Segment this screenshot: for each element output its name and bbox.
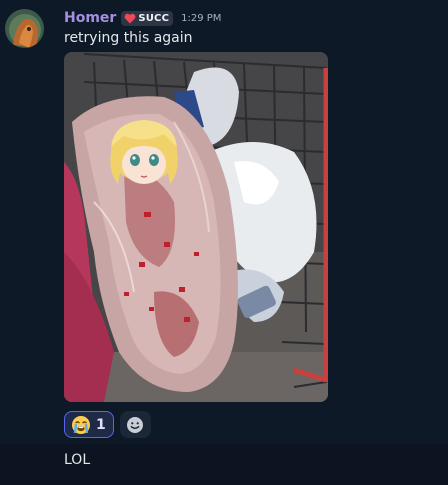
next-message-row[interactable]: LOL bbox=[0, 444, 448, 485]
reaction-count: 1 bbox=[96, 416, 106, 433]
role-tag[interactable]: SUCC bbox=[121, 10, 174, 26]
loudly-crying-face-icon bbox=[72, 415, 90, 434]
message-text: LOL bbox=[64, 452, 91, 468]
reactions-bar: 1 bbox=[64, 411, 151, 438]
message-header: Homer SUCC 1:29 PM bbox=[64, 8, 221, 28]
heart-icon bbox=[124, 13, 136, 23]
image-attachment[interactable] bbox=[64, 52, 328, 402]
avatar[interactable] bbox=[5, 9, 44, 48]
timestamp[interactable]: 1:29 PM bbox=[181, 13, 221, 24]
message-text: retrying this again bbox=[64, 30, 193, 46]
add-reaction-button[interactable] bbox=[119, 411, 151, 438]
smiley-add-reaction-icon bbox=[127, 416, 144, 433]
reaction-loudly-crying[interactable]: 1 bbox=[64, 411, 114, 438]
username[interactable]: Homer bbox=[64, 10, 116, 26]
